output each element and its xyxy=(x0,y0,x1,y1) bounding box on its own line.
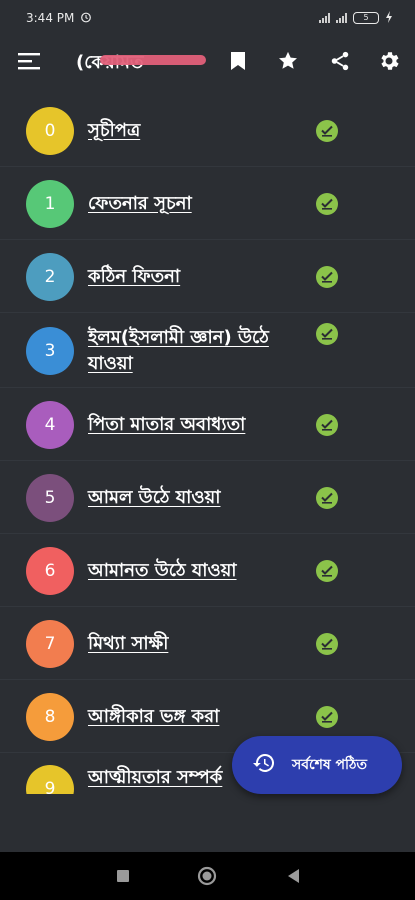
chapter-row[interactable]: 1 ফেতনার সূচনা xyxy=(0,167,415,240)
chapter-title[interactable]: আমানত উঠে যাওয়া xyxy=(88,558,298,584)
back-icon[interactable] xyxy=(283,866,303,886)
chapter-row[interactable]: 6 আমানত উঠে যাওয়া xyxy=(0,534,415,607)
status-bar: 3:44 PM 5 xyxy=(0,0,415,36)
read-check-icon xyxy=(316,632,338,655)
chapter-number-badge: 0 xyxy=(26,106,74,155)
menu-icon[interactable] xyxy=(18,50,40,72)
chapter-number-badge: 7 xyxy=(26,619,74,668)
chapter-number-badge: 4 xyxy=(26,400,74,449)
chapter-row[interactable]: 2 কঠিন ফিতনা xyxy=(0,240,415,313)
last-read-button[interactable]: সর্বশেষ পঠিত xyxy=(232,736,402,794)
chapter-row[interactable]: 0 সূচীপত্র xyxy=(0,94,415,167)
recents-icon[interactable] xyxy=(113,866,133,886)
battery-icon: 5 xyxy=(353,12,379,24)
share-icon[interactable] xyxy=(327,48,353,74)
star-icon[interactable] xyxy=(275,48,301,74)
chapter-list: 0 সূচীপত্র 1 ফেতনার সূচনা 2 কঠিন ফিতনা 3… xyxy=(0,94,415,794)
chapter-row[interactable]: 7 মিথ্যা সাক্ষী xyxy=(0,607,415,680)
chapter-title[interactable]: ইলম(ইসলামী জ্ঞান) উঠে যাওয়া xyxy=(88,325,298,377)
status-time: 3:44 PM xyxy=(26,11,75,25)
chapter-number-badge: 1 xyxy=(26,179,74,228)
read-check-icon xyxy=(316,265,338,288)
chapter-title[interactable]: সূচীপত্র xyxy=(88,118,298,144)
chapter-title[interactable]: কঠিন ফিতনা xyxy=(88,264,298,290)
chapter-number-badge: 5 xyxy=(26,473,74,522)
read-check-icon xyxy=(316,486,338,509)
system-nav-bar xyxy=(0,852,415,900)
read-check-icon xyxy=(316,413,338,436)
alarm-icon xyxy=(80,11,92,26)
read-check-icon xyxy=(316,323,338,345)
read-check-icon xyxy=(316,705,338,728)
chapter-title[interactable]: আঙ্গীকার ভঙ্গ করা xyxy=(88,704,298,730)
bookmark-icon[interactable] xyxy=(225,48,251,74)
read-check-icon xyxy=(316,559,338,582)
chapter-title[interactable]: মিথ্যা সাক্ষী xyxy=(88,631,298,657)
chapter-number-badge: 6 xyxy=(26,546,74,595)
read-check-icon xyxy=(316,192,338,215)
read-check-icon xyxy=(316,119,338,142)
chapter-title[interactable]: ফেতনার সূচনা xyxy=(88,191,298,217)
home-icon[interactable] xyxy=(197,866,217,886)
app-bar: (কেয়ামত xyxy=(0,36,415,86)
chapter-number-badge: 3 xyxy=(26,326,74,375)
charging-icon xyxy=(385,10,393,26)
chapter-number-badge: 8 xyxy=(26,692,74,741)
signal-icon xyxy=(319,13,330,23)
chapter-title[interactable]: পিতা মাতার অবাধ্যতা xyxy=(88,412,298,438)
chapter-row[interactable]: 5 আমল উঠে যাওয়া xyxy=(0,461,415,534)
chapter-title[interactable]: আমল উঠে যাওয়া xyxy=(88,485,298,511)
history-icon xyxy=(252,751,276,779)
signal-icon-2 xyxy=(336,13,347,23)
last-read-label: সর্বশেষ পঠিত xyxy=(292,757,368,773)
settings-gear-icon[interactable] xyxy=(376,48,402,74)
chapter-row[interactable]: 4 পিতা মাতার অবাধ্যতা xyxy=(0,388,415,461)
chapter-row[interactable]: 3 ইলম(ইসলামী জ্ঞান) উঠে যাওয়া xyxy=(0,313,415,388)
chapter-number-badge: 2 xyxy=(26,252,74,301)
chapter-number-badge: 9 xyxy=(26,765,74,794)
title-redaction xyxy=(100,55,206,65)
